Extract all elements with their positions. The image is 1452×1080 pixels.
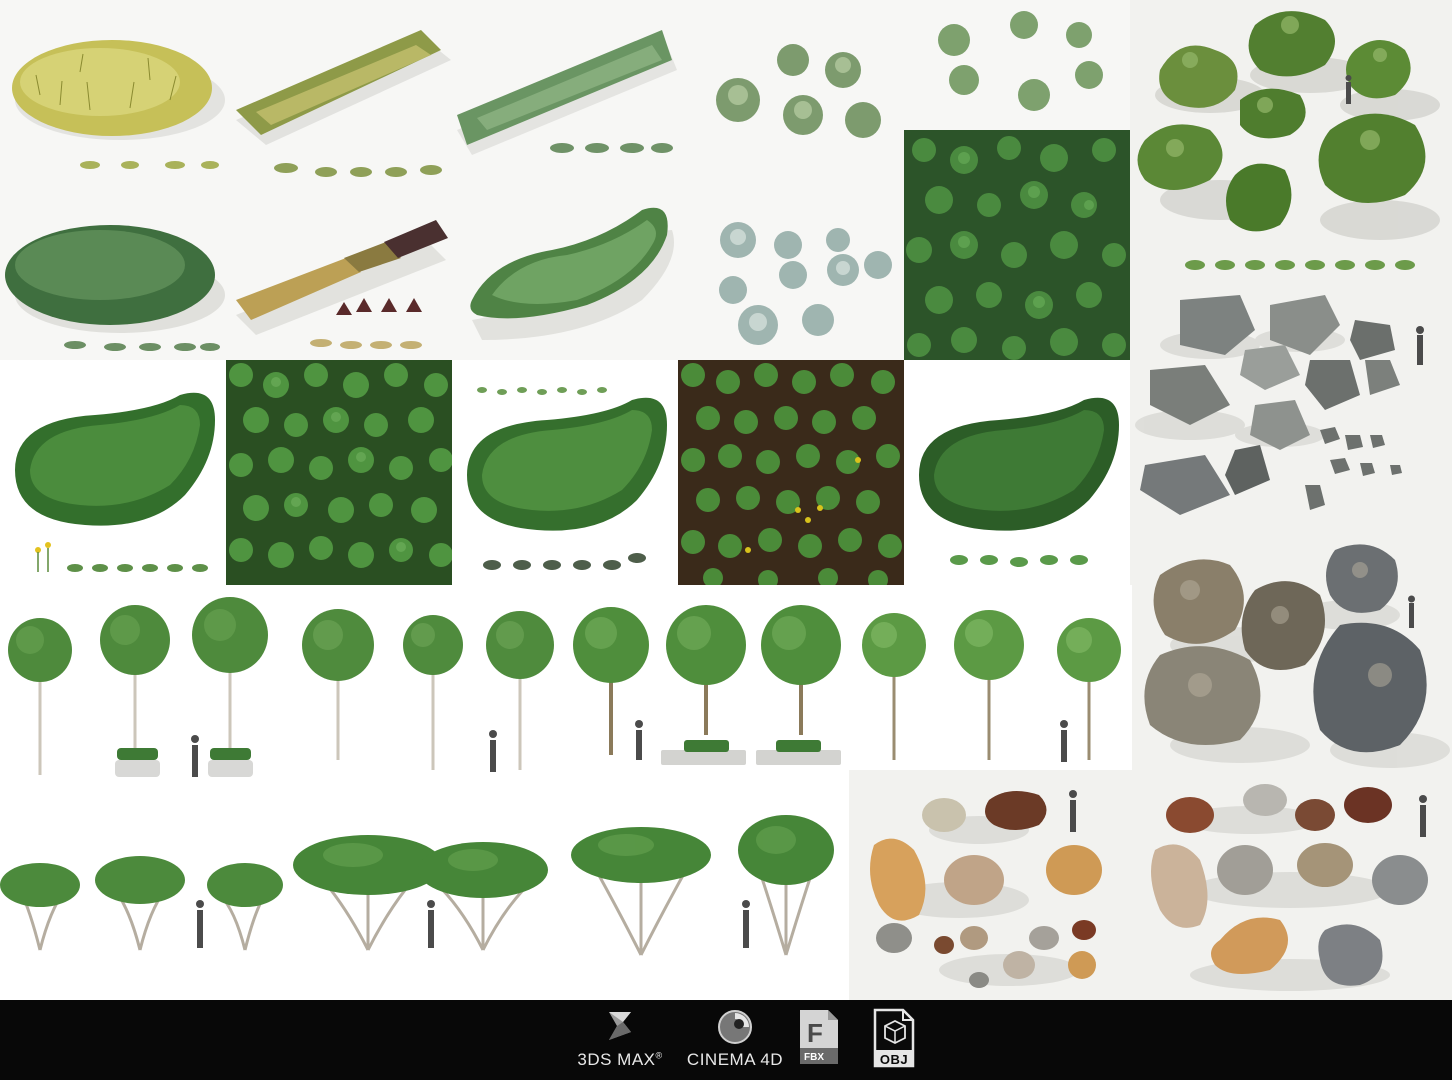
maple-trees-with-planters-tile (566, 585, 849, 785)
grass-dense-green-patch-tile (0, 180, 226, 360)
format-cinema4d-label: CINEMA 4D (686, 1050, 784, 1069)
fbx-file-icon: FBX F (800, 1010, 838, 1064)
file-format-footer: 3DS MAX® CINEMA 4D FBX F OBJ (0, 1000, 1452, 1080)
svg-text:FBX: FBX (804, 1052, 824, 1063)
format-3dsmax: 3DS MAX® (565, 1008, 675, 1072)
grass-small-tufts-tile (904, 0, 1130, 130)
format-fbx: FBX F (790, 1008, 846, 1072)
boulders-tile (1130, 535, 1452, 770)
multistem-trees-tall-tile (566, 785, 849, 1000)
grass-green-bed-tile (452, 180, 678, 360)
grass-yellow-patch-tile (0, 0, 226, 180)
groundcover-round-bed-tile (0, 360, 226, 585)
groundcover-dense-texture-tile (226, 360, 452, 585)
grey-rocks-tile (1130, 285, 1452, 535)
grass-green-strip-tile (452, 0, 678, 180)
grass-blue-fescue-tile (678, 180, 904, 360)
3dsmax-icon (609, 1012, 631, 1040)
format-obj: OBJ (866, 1008, 922, 1072)
cinema4d-icon (718, 1010, 752, 1044)
grass-variegated-strip-tile (226, 0, 452, 180)
multistem-shrubs-tile (0, 785, 283, 1000)
fbx-glyph: F (807, 1018, 823, 1048)
format-3dsmax-label: 3DS MAX (577, 1050, 656, 1069)
format-cinema4d: CINEMA 4D (680, 1008, 790, 1072)
multistem-trees-wide-tile (283, 785, 566, 1000)
colored-pebbles-tile (849, 770, 1130, 1000)
groundcover-round-bed-2-tile (452, 360, 678, 585)
moss-rocks-tile (1130, 0, 1452, 285)
ivy-groundcover-texture-tile (904, 130, 1130, 360)
birch-trees-tile (283, 585, 566, 785)
grass-tufts-scattered-tile (678, 0, 904, 180)
groundcover-flowering-texture-tile (678, 360, 904, 585)
format-3dsmax-registered-mark: ® (655, 1050, 663, 1061)
birch-trees-with-planters-tile (0, 585, 283, 785)
grass-mixed-color-strip-tile (226, 180, 452, 360)
ivy-round-bed-tile (904, 360, 1130, 585)
format-obj-label: OBJ (879, 1052, 909, 1067)
mixed-stones-tile (1130, 770, 1452, 1000)
linden-trees-tile (849, 585, 1132, 785)
